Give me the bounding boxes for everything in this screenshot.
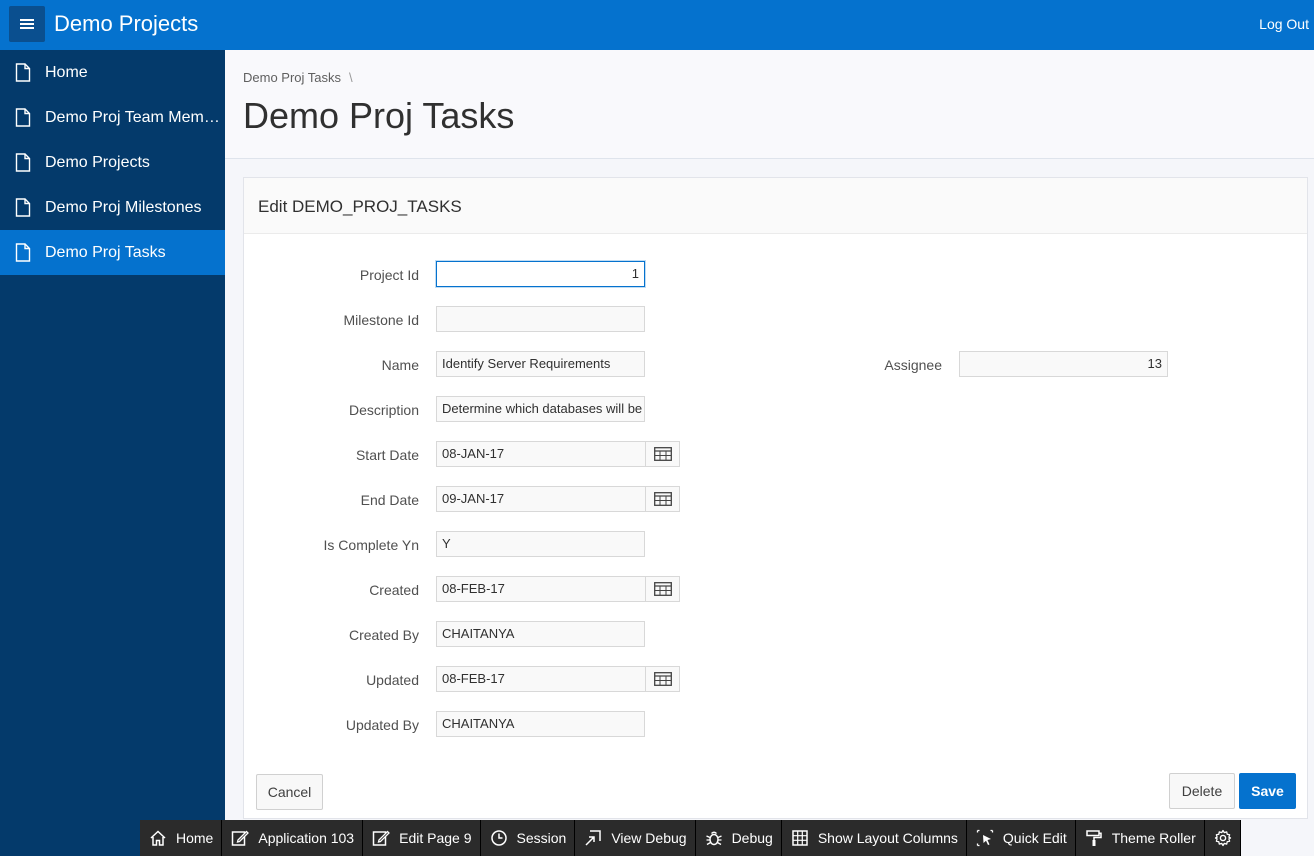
updated-field[interactable]: 08-FEB-17 [436,666,646,692]
dev-toolbar-theme-roller[interactable]: Theme Roller [1075,820,1205,856]
page-title-bar: Demo Proj Tasks \ Demo Proj Tasks [225,50,1314,159]
dev-toolbar-view-debug[interactable]: View Debug [575,820,696,856]
created-label: Created [369,582,419,598]
milestone-id-field[interactable] [436,306,645,332]
calendar-icon [653,492,672,506]
document-icon [15,243,31,262]
dev-toolbar-label: View Debug [611,830,687,846]
sidebar-item-demo-projects[interactable]: Demo Projects [0,140,225,185]
app-title[interactable]: Demo Projects [54,10,198,38]
end-date-calendar-button[interactable] [645,486,680,512]
cancel-button[interactable]: Cancel [256,774,323,810]
logout-link[interactable]: Log Out [1259,16,1309,32]
view-debug-icon [585,830,602,846]
calendar-icon [653,582,672,596]
quick-edit-cursor-icon [976,829,994,847]
name-field[interactable]: Identify Server Requirements [436,351,645,377]
sidebar-item-label: Demo Proj Team Members [45,109,225,126]
created-calendar-button[interactable] [645,576,680,602]
breadcrumb-item[interactable]: Demo Proj Tasks [243,70,341,85]
home-icon [150,830,166,846]
sidebar-item-label: Demo Proj Milestones [45,199,202,216]
hamburger-menu-button[interactable] [9,6,45,42]
is-complete-yn-label: Is Complete Yn [323,537,419,553]
updated-label: Updated [366,672,419,688]
region-header: Edit DEMO_PROJ_TASKS [244,178,1307,234]
created-field[interactable]: 08-FEB-17 [436,576,646,602]
hamburger-menu-icon [20,19,34,29]
sidebar-item-demo-proj-team-members[interactable]: Demo Proj Team Members [0,95,225,140]
dev-toolbar-settings[interactable] [1204,820,1241,856]
dev-toolbar-label: Session [516,830,567,846]
dev-toolbar-label: Show Layout Columns [817,830,958,846]
gear-icon [1214,829,1231,847]
dev-toolbar-home[interactable]: Home [140,820,223,856]
app-header: Demo Projects Log Out [0,0,1314,50]
save-button[interactable]: Save [1239,773,1296,809]
grid-icon [792,830,808,846]
sidebar-item-label: Demo Projects [45,154,150,171]
edit-application-icon [232,830,250,846]
project-id-label: Project Id [359,267,419,283]
dev-toolbar-label: Home [176,830,214,846]
document-icon [15,153,31,172]
sidebar-item-label: Home [45,64,88,81]
description-label: Description [348,402,419,418]
created-by-label: Created By [348,627,419,643]
is-complete-yn-field[interactable]: Y [436,531,645,557]
dev-toolbar-label: Edit Page 9 [399,830,472,846]
dev-toolbar-label: Application 103 [258,830,355,846]
paint-roller-icon [1085,830,1102,846]
dev-toolbar-show-layout-columns[interactable]: Show Layout Columns [781,820,967,856]
end-date-field[interactable]: 09-JAN-17 [436,486,646,512]
start-date-calendar-button[interactable] [645,441,680,467]
sidebar-item-demo-proj-milestones[interactable]: Demo Proj Milestones [0,185,225,230]
bug-icon [705,831,722,846]
assignee-label: Assignee [884,357,942,373]
developer-toolbar: Home Application 103 Edit Page 9 Session… [140,820,1241,856]
region-title: Edit DEMO_PROJ_TASKS [258,197,462,216]
document-icon [15,198,31,217]
assignee-field[interactable]: 13 [959,351,1168,377]
dev-toolbar-debug[interactable]: Debug [695,820,782,856]
start-date-label: Start Date [355,447,419,463]
sidebar-item-label: Demo Proj Tasks [45,244,166,261]
calendar-icon [653,447,672,461]
end-date-label: End Date [360,492,419,508]
document-icon [15,63,31,82]
created-by-field[interactable]: CHAITANYA [436,621,645,647]
start-date-field[interactable]: 08-JAN-17 [436,441,646,467]
calendar-icon [653,672,672,686]
updated-by-label: Updated By [345,717,419,733]
delete-button[interactable]: Delete [1169,773,1235,809]
dev-toolbar-quick-edit[interactable]: Quick Edit [966,820,1076,856]
breadcrumb-separator: \ [349,70,353,85]
document-icon [15,108,31,127]
breadcrumb: Demo Proj Tasks \ [243,70,353,85]
dev-toolbar-label: Debug [731,830,773,846]
sidebar-item-demo-proj-tasks[interactable]: Demo Proj Tasks [0,230,225,275]
name-label: Name [381,357,419,373]
dev-toolbar-label: Quick Edit [1002,830,1067,846]
dev-toolbar-edit-page[interactable]: Edit Page 9 [363,820,481,856]
updated-calendar-button[interactable] [645,666,680,692]
clock-icon [490,830,507,846]
project-id-field[interactable]: 1 [436,261,645,287]
milestone-id-label: Milestone Id [343,312,419,328]
sidebar-nav: Home Demo Proj Team Members Demo Project… [0,50,225,856]
sidebar-item-home[interactable]: Home [0,50,225,95]
description-field[interactable]: Determine which databases will be [436,396,645,422]
dev-toolbar-session[interactable]: Session [480,820,576,856]
dev-toolbar-application[interactable]: Application 103 [222,820,364,856]
page-title: Demo Proj Tasks [243,95,515,136]
updated-by-field[interactable]: CHAITANYA [436,711,645,737]
edit-page-icon [372,830,391,846]
dev-toolbar-label: Theme Roller [1111,830,1196,846]
